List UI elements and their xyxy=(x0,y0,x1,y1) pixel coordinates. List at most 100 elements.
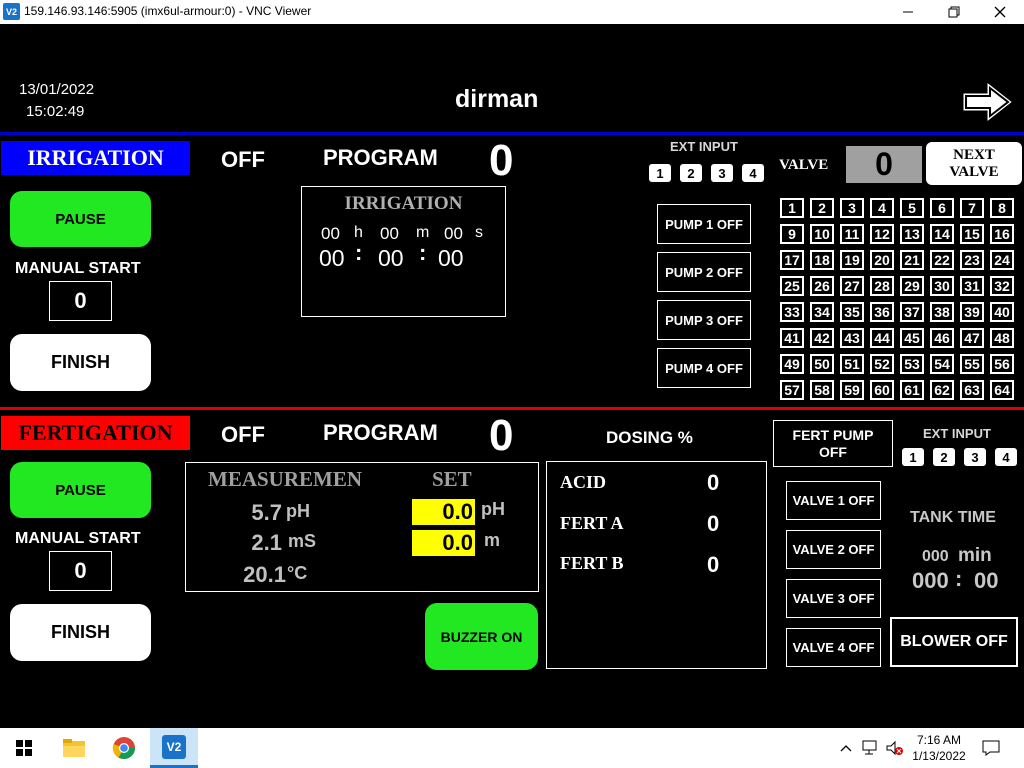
valve-cell-28[interactable]: 28 xyxy=(870,276,894,296)
irrigation-pause-button[interactable]: PAUSE xyxy=(10,191,151,247)
fert-valve-2-button[interactable]: VALVE 2 OFF xyxy=(786,530,881,569)
valve-cell-21[interactable]: 21 xyxy=(900,250,924,270)
valve-cell-12[interactable]: 12 xyxy=(870,224,894,244)
valve-cell-30[interactable]: 30 xyxy=(930,276,954,296)
valve-cell-4[interactable]: 4 xyxy=(870,198,894,218)
taskbar-file-explorer[interactable] xyxy=(50,728,98,768)
close-button[interactable] xyxy=(977,0,1023,24)
next-valve-button[interactable]: NEXT VALVE xyxy=(926,142,1022,185)
valve-cell-42[interactable]: 42 xyxy=(810,328,834,348)
next-page-button[interactable] xyxy=(958,76,1018,128)
valve-cell-32[interactable]: 32 xyxy=(990,276,1014,296)
fert-pump-button[interactable]: FERT PUMP OFF xyxy=(773,420,893,467)
fert-valve-1-button[interactable]: VALVE 1 OFF xyxy=(786,481,881,520)
tray-overflow-button[interactable] xyxy=(836,728,856,768)
valve-cell-20[interactable]: 20 xyxy=(870,250,894,270)
valve-cell-60[interactable]: 60 xyxy=(870,380,894,400)
valve-cell-46[interactable]: 46 xyxy=(930,328,954,348)
valve-cell-37[interactable]: 37 xyxy=(900,302,924,322)
valve-cell-18[interactable]: 18 xyxy=(810,250,834,270)
fert-valve-3-button[interactable]: VALVE 3 OFF xyxy=(786,579,881,618)
valve-cell-6[interactable]: 6 xyxy=(930,198,954,218)
valve-cell-13[interactable]: 13 xyxy=(900,224,924,244)
irrigation-manual-start-input[interactable]: 0 xyxy=(49,281,112,321)
valve-cell-64[interactable]: 64 xyxy=(990,380,1014,400)
valve-cell-57[interactable]: 57 xyxy=(780,380,804,400)
taskbar-chrome[interactable] xyxy=(100,728,148,768)
valve-cell-49[interactable]: 49 xyxy=(780,354,804,374)
pump-2-button[interactable]: PUMP 2 OFF xyxy=(657,252,751,292)
valve-cell-41[interactable]: 41 xyxy=(780,328,804,348)
buzzer-button[interactable]: BUZZER ON xyxy=(425,603,538,670)
fertigation-ext-input-4[interactable]: 4 xyxy=(995,448,1017,466)
valve-cell-51[interactable]: 51 xyxy=(840,354,864,374)
valve-cell-15[interactable]: 15 xyxy=(960,224,984,244)
pump-3-button[interactable]: PUMP 3 OFF xyxy=(657,300,751,340)
valve-cell-61[interactable]: 61 xyxy=(900,380,924,400)
irrigation-ext-input-3[interactable]: 3 xyxy=(711,164,733,182)
fertigation-ext-input-2[interactable]: 2 xyxy=(933,448,955,466)
valve-cell-8[interactable]: 8 xyxy=(990,198,1014,218)
irrigation-ext-input-1[interactable]: 1 xyxy=(649,164,671,182)
valve-cell-56[interactable]: 56 xyxy=(990,354,1014,374)
fert-valve-4-button[interactable]: VALVE 4 OFF xyxy=(786,628,881,667)
valve-cell-27[interactable]: 27 xyxy=(840,276,864,296)
valve-cell-33[interactable]: 33 xyxy=(780,302,804,322)
valve-cell-25[interactable]: 25 xyxy=(780,276,804,296)
valve-cell-19[interactable]: 19 xyxy=(840,250,864,270)
set-ph-input[interactable]: 0.0 xyxy=(412,499,475,525)
start-button[interactable] xyxy=(0,728,48,768)
valve-cell-3[interactable]: 3 xyxy=(840,198,864,218)
valve-cell-43[interactable]: 43 xyxy=(840,328,864,348)
action-center-button[interactable] xyxy=(978,728,1004,768)
valve-cell-53[interactable]: 53 xyxy=(900,354,924,374)
valve-cell-11[interactable]: 11 xyxy=(840,224,864,244)
fertigation-ext-input-1[interactable]: 1 xyxy=(902,448,924,466)
valve-cell-5[interactable]: 5 xyxy=(900,198,924,218)
valve-cell-7[interactable]: 7 xyxy=(960,198,984,218)
valve-cell-50[interactable]: 50 xyxy=(810,354,834,374)
pump-1-button[interactable]: PUMP 1 OFF xyxy=(657,204,751,244)
valve-cell-17[interactable]: 17 xyxy=(780,250,804,270)
valve-cell-9[interactable]: 9 xyxy=(780,224,804,244)
tray-clock[interactable]: 7:16 AM 1/13/2022 xyxy=(908,732,970,764)
valve-cell-48[interactable]: 48 xyxy=(990,328,1014,348)
valve-cell-54[interactable]: 54 xyxy=(930,354,954,374)
valve-cell-16[interactable]: 16 xyxy=(990,224,1014,244)
pump-4-button[interactable]: PUMP 4 OFF xyxy=(657,348,751,388)
fertigation-manual-start-input[interactable]: 0 xyxy=(49,551,112,591)
minimize-button[interactable] xyxy=(885,0,931,24)
valve-cell-29[interactable]: 29 xyxy=(900,276,924,296)
valve-cell-1[interactable]: 1 xyxy=(780,198,804,218)
irrigation-ext-input-2[interactable]: 2 xyxy=(680,164,702,182)
valve-cell-58[interactable]: 58 xyxy=(810,380,834,400)
valve-cell-24[interactable]: 24 xyxy=(990,250,1014,270)
valve-cell-55[interactable]: 55 xyxy=(960,354,984,374)
valve-cell-63[interactable]: 63 xyxy=(960,380,984,400)
valve-cell-39[interactable]: 39 xyxy=(960,302,984,322)
valve-cell-14[interactable]: 14 xyxy=(930,224,954,244)
irrigation-finish-button[interactable]: FINISH xyxy=(10,334,151,391)
fertigation-pause-button[interactable]: PAUSE xyxy=(10,462,151,518)
valve-cell-47[interactable]: 47 xyxy=(960,328,984,348)
valve-cell-38[interactable]: 38 xyxy=(930,302,954,322)
valve-cell-45[interactable]: 45 xyxy=(900,328,924,348)
fertigation-finish-button[interactable]: FINISH xyxy=(10,604,151,661)
valve-cell-36[interactable]: 36 xyxy=(870,302,894,322)
valve-cell-52[interactable]: 52 xyxy=(870,354,894,374)
taskbar-vnc-viewer[interactable]: V2 xyxy=(150,728,198,768)
tray-network-button[interactable] xyxy=(860,728,882,768)
valve-cell-34[interactable]: 34 xyxy=(810,302,834,322)
blower-button[interactable]: BLOWER OFF xyxy=(890,617,1018,667)
valve-cell-35[interactable]: 35 xyxy=(840,302,864,322)
tray-volume-button[interactable] xyxy=(884,728,906,768)
restore-button[interactable] xyxy=(931,0,977,24)
valve-cell-62[interactable]: 62 xyxy=(930,380,954,400)
valve-cell-44[interactable]: 44 xyxy=(870,328,894,348)
fertigation-ext-input-3[interactable]: 3 xyxy=(964,448,986,466)
valve-cell-26[interactable]: 26 xyxy=(810,276,834,296)
valve-cell-59[interactable]: 59 xyxy=(840,380,864,400)
valve-cell-31[interactable]: 31 xyxy=(960,276,984,296)
valve-cell-2[interactable]: 2 xyxy=(810,198,834,218)
valve-cell-40[interactable]: 40 xyxy=(990,302,1014,322)
